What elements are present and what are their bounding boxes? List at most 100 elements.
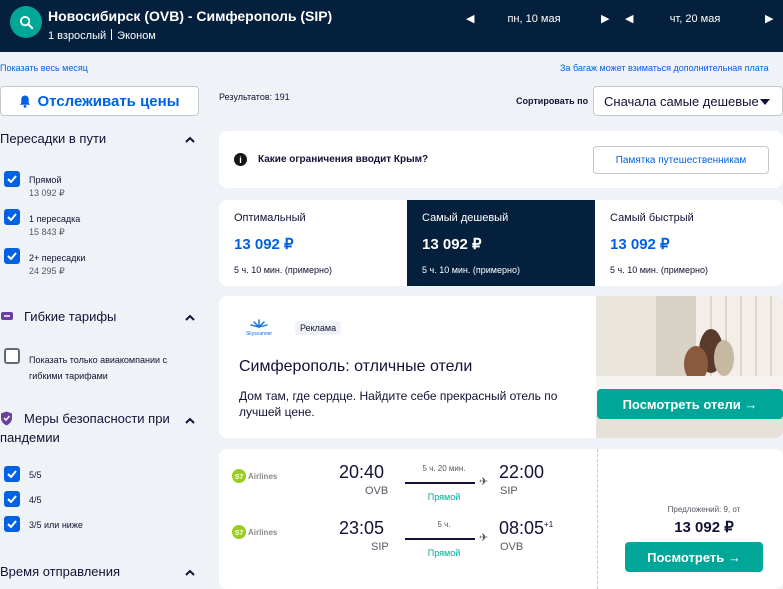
tab-duration: 5 ч. 10 мин. (примерно) bbox=[610, 265, 708, 275]
safety-option-label: 3/5 или ниже bbox=[29, 520, 83, 530]
top-bar: Новосибирск (OVB) - Симферополь (SIP) 1 … bbox=[0, 0, 783, 52]
s7-airlines-logo: S7 Airlines bbox=[232, 525, 278, 539]
chevron-up-icon[interactable] bbox=[185, 314, 195, 321]
divider bbox=[111, 29, 113, 40]
chevron-up-icon[interactable] bbox=[185, 417, 195, 424]
stops-option-price: 24 295 ₽ bbox=[29, 266, 65, 276]
brand-text: Skyscanner bbox=[246, 331, 272, 337]
tab-duration: 5 ч. 10 мин. (примерно) bbox=[234, 265, 332, 275]
sort-value: Сначала самые дешевые bbox=[604, 94, 759, 109]
offers-count: Предложений: 9, от bbox=[667, 505, 741, 514]
outbound-departure-time: 20:40 bbox=[339, 462, 385, 482]
info-icon: i bbox=[234, 153, 247, 166]
track-prices-button[interactable]: Отслеживать цены bbox=[0, 86, 199, 116]
s7-airlines-logo: S7 Airlines bbox=[232, 469, 278, 483]
flight-price: 13 092 ₽ bbox=[674, 519, 734, 536]
inbound-arrival-time-value: 08:05 bbox=[499, 518, 545, 538]
passenger-summary[interactable]: 1 взрослый Эконом bbox=[48, 29, 156, 42]
outbound-stops: Прямой bbox=[427, 492, 461, 502]
return-prev-date-icon[interactable]: ◀ bbox=[625, 12, 633, 25]
checkbox-flex-only[interactable] bbox=[4, 348, 20, 364]
view-hotels-button[interactable]: Посмотреть отели → bbox=[597, 389, 783, 419]
outbound-arrival-time: 22:00 bbox=[499, 462, 545, 482]
safety-option-label: 4/5 bbox=[29, 495, 42, 505]
stops-option-label: 1 пересадка bbox=[29, 214, 81, 224]
crimea-question: Какие ограничения вводит Крым? bbox=[258, 154, 429, 165]
stops-option-label: Прямой bbox=[29, 175, 62, 185]
checkbox-safety-3[interactable] bbox=[4, 516, 20, 532]
depart-date[interactable]: пн, 10 мая bbox=[489, 13, 579, 25]
baggage-note-link[interactable]: За багаж может взиматься дополнительная … bbox=[560, 63, 769, 73]
bell-icon bbox=[20, 94, 31, 108]
tab-title: Самый быстрый bbox=[610, 212, 694, 224]
skyscanner-logo: Skyscanner bbox=[246, 319, 272, 337]
ad-badge: Реклама bbox=[295, 321, 342, 335]
safety-option-label: 5/5 bbox=[29, 470, 42, 480]
inbound-departure-code: SIP bbox=[371, 541, 389, 553]
safety-filter-title[interactable]: Меры безопасности при bbox=[24, 411, 170, 426]
inbound-arrival-code: OVB bbox=[500, 541, 524, 553]
departure-time-filter-title[interactable]: Время отправления bbox=[0, 564, 120, 579]
results-count: Результатов: 191 bbox=[219, 92, 290, 102]
tab-title: Самый дешевый bbox=[422, 212, 509, 224]
next-day-indicator: +1 bbox=[544, 520, 554, 529]
shield-icon bbox=[1, 411, 12, 426]
sort-select[interactable]: Сначала самые дешевые bbox=[593, 86, 783, 116]
outbound-arrival-code: SIP bbox=[500, 485, 518, 497]
inbound-duration: 5 ч. bbox=[437, 520, 451, 529]
tab-fastest[interactable]: Самый быстрый 13 092 ₽ 5 ч. 10 мин. (при… bbox=[595, 200, 783, 286]
tab-price: 13 092 ₽ bbox=[234, 236, 294, 253]
checkbox-safety-4[interactable] bbox=[4, 491, 20, 507]
search-icon bbox=[19, 15, 33, 29]
outbound-duration: 5 ч. 20 мин. bbox=[422, 464, 466, 473]
inbound-route-line bbox=[405, 538, 475, 540]
caret-down-icon bbox=[760, 99, 770, 105]
svg-text:Airlines: Airlines bbox=[248, 472, 278, 481]
svg-text:S7: S7 bbox=[235, 530, 244, 537]
search-button[interactable] bbox=[10, 6, 42, 38]
return-date[interactable]: чт, 20 мая bbox=[650, 13, 740, 25]
route-title[interactable]: Новосибирск (OVB) - Симферополь (SIP) bbox=[48, 8, 332, 24]
flexible-ticket-icon bbox=[1, 312, 13, 320]
travel-memo-button[interactable]: Памятка путешественникам bbox=[593, 146, 769, 174]
checkbox-two-plus-stops[interactable] bbox=[4, 248, 20, 264]
track-prices-label: Отслеживать цены bbox=[37, 92, 180, 110]
tab-optimal[interactable]: Оптимальный 13 092 ₽ 5 ч. 10 мин. (приме… bbox=[219, 200, 407, 286]
check-icon bbox=[7, 470, 17, 478]
check-icon bbox=[7, 495, 17, 503]
cabin-label: Эконом bbox=[117, 30, 156, 42]
flex-filter-title[interactable]: Гибкие тарифы bbox=[24, 309, 116, 324]
depart-next-date-icon[interactable]: ▶ bbox=[601, 12, 609, 25]
svg-text:Airlines: Airlines bbox=[248, 528, 278, 537]
passengers-label: 1 взрослый bbox=[48, 30, 107, 42]
checkbox-direct[interactable] bbox=[4, 171, 20, 187]
ad-headline: Симферополь: отличные отели bbox=[239, 358, 473, 375]
flight-result-card[interactable]: S7 Airlines 20:40 OVB 5 ч. 20 мин. ✈ Пря… bbox=[219, 449, 783, 589]
ad-body: Дом там, где сердце. Найдите себе прекра… bbox=[239, 389, 558, 419]
return-next-date-icon[interactable]: ▶ bbox=[765, 12, 773, 25]
chevron-up-icon[interactable] bbox=[185, 136, 195, 143]
check-icon bbox=[7, 213, 17, 221]
chevron-up-icon[interactable] bbox=[185, 569, 195, 576]
check-icon bbox=[7, 520, 17, 528]
stops-filter-title[interactable]: Пересадки в пути bbox=[0, 131, 106, 146]
checkbox-safety-5[interactable] bbox=[4, 466, 20, 482]
tab-cheapest[interactable]: Самый дешевый 13 092 ₽ 5 ч. 10 мин. (при… bbox=[407, 200, 595, 286]
plane-icon: ✈ bbox=[479, 476, 489, 488]
inbound-departure-time: 23:05 bbox=[339, 518, 385, 538]
tab-duration: 5 ч. 10 мин. (примерно) bbox=[422, 265, 520, 275]
stops-option-price: 15 843 ₽ bbox=[29, 227, 65, 237]
show-month-link[interactable]: Показать весь месяц bbox=[0, 63, 88, 73]
stops-option-label: 2+ пересадки bbox=[29, 253, 86, 263]
sort-tabs: Оптимальный 13 092 ₽ 5 ч. 10 мин. (приме… bbox=[219, 200, 783, 286]
plane-icon: ✈ bbox=[479, 532, 489, 544]
outbound-route-line bbox=[405, 482, 475, 484]
view-flight-button[interactable]: Посмотреть → bbox=[625, 542, 763, 572]
check-icon bbox=[7, 252, 17, 260]
depart-prev-date-icon[interactable]: ◀ bbox=[466, 12, 474, 25]
check-icon bbox=[7, 175, 17, 183]
inbound-arrival-time: 08:05+1 bbox=[499, 518, 553, 539]
checkbox-one-stop[interactable] bbox=[4, 209, 20, 225]
safety-filter-title-cont: пандемии bbox=[0, 430, 60, 445]
tab-title: Оптимальный bbox=[234, 212, 306, 224]
